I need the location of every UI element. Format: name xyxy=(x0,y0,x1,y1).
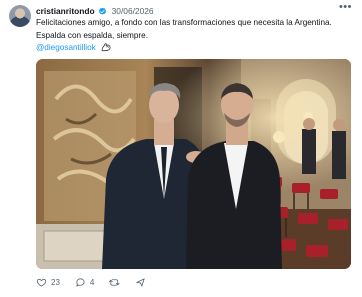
flexed-biceps-emoji xyxy=(101,43,111,52)
repost-button[interactable] xyxy=(109,277,120,288)
profile-avatar[interactable] xyxy=(9,5,31,27)
username[interactable]: cristianritondo xyxy=(36,6,95,16)
post-text-line-2: Espalda con espalda, siempre. xyxy=(36,30,148,40)
verified-badge-icon xyxy=(98,7,106,15)
like-button[interactable]: 23 xyxy=(36,277,60,288)
heart-icon xyxy=(36,278,47,287)
like-count: 23 xyxy=(51,277,60,287)
more-options-icon[interactable]: ••• xyxy=(339,1,352,13)
share-icon xyxy=(136,277,145,287)
post-photo[interactable] xyxy=(36,59,351,269)
post-date: 30/06/2026 xyxy=(111,6,154,16)
repost-icon xyxy=(109,278,120,286)
post-text: Felicitaciones amigo, a fondo con las tr… xyxy=(36,17,354,55)
post-header: cristianritondo 30/06/2026 ••• xyxy=(36,1,352,18)
share-button[interactable] xyxy=(135,277,146,288)
reply-button[interactable]: 4 xyxy=(75,277,94,288)
reply-count: 4 xyxy=(89,277,95,287)
photo-illustration xyxy=(36,59,351,269)
comment-icon xyxy=(76,277,85,287)
mention-link[interactable]: @diegosantilliok xyxy=(36,43,96,52)
post-text-line-1: Felicitaciones amigo, a fondo con las tr… xyxy=(36,18,332,27)
post-actions: 23 4 xyxy=(36,274,161,290)
